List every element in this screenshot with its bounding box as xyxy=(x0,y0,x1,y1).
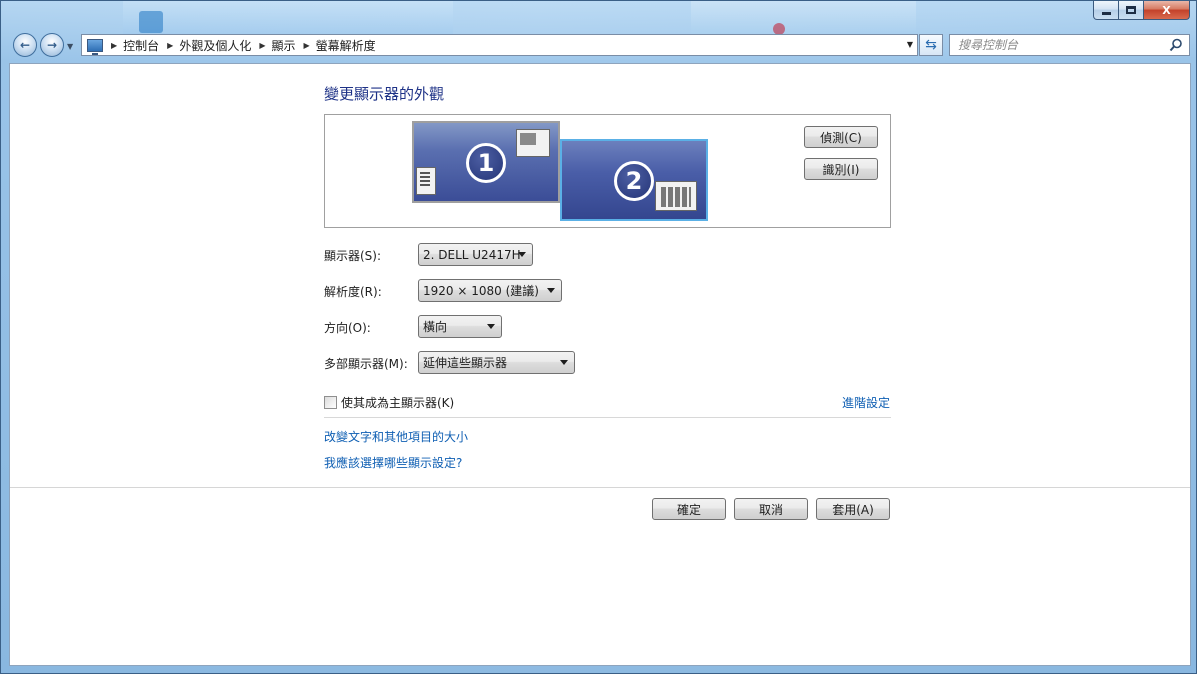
close-button[interactable]: X xyxy=(1144,1,1190,20)
address-bar[interactable]: ▶ 控制台 ▶ 外觀及個人化 ▶ 顯示 ▶ 螢幕解析度 ▼ xyxy=(81,34,918,56)
multiple-displays-select[interactable]: 延伸這些顯示器 xyxy=(418,351,575,374)
breadcrumb-control-panel[interactable]: 控制台 xyxy=(123,37,159,54)
detect-button[interactable]: 偵測(C) xyxy=(804,126,878,148)
display-settings-help-link[interactable]: 我應該選擇哪些顯示設定? xyxy=(324,454,462,471)
caption-buttons: X xyxy=(1093,1,1190,20)
divider xyxy=(324,417,891,418)
control-panel-icon xyxy=(87,38,103,55)
search-box[interactable] xyxy=(949,34,1190,56)
background-app-icon xyxy=(139,11,163,33)
resolution-select[interactable]: 1920 × 1080 (建議) xyxy=(418,279,562,302)
chevron-right-icon[interactable]: ▶ xyxy=(111,41,117,50)
resolution-label: 解析度(R): xyxy=(324,285,382,299)
monitor-number-badge: 1 xyxy=(466,143,506,183)
multiple-displays-label: 多部顯示器(M): xyxy=(324,357,408,371)
window-frame: X ← → ▼ ▶ 控制台 ▶ 外觀及個人化 ▶ 顯示 ▶ 螢幕解析度 ▼ ⇆ … xyxy=(0,0,1197,674)
minimize-icon xyxy=(1101,11,1111,15)
display-label: 顯示器(S): xyxy=(324,249,382,263)
content-panel: 變更顯示器的外觀 1 2 偵測(C) 識別(I) 顯示器(S): 2. DELL… xyxy=(9,63,1191,666)
chevron-down-icon xyxy=(518,252,526,257)
recent-pages-dropdown-icon[interactable]: ▼ xyxy=(67,42,73,51)
forward-button[interactable]: → xyxy=(40,33,64,57)
breadcrumb-appearance[interactable]: 外觀及個人化 xyxy=(179,37,251,54)
identify-button[interactable]: 識別(I) xyxy=(804,158,878,180)
background-window-ghost xyxy=(123,1,453,35)
apply-button[interactable]: 套用(A) xyxy=(816,498,890,520)
breadcrumb-display[interactable]: 顯示 xyxy=(272,37,296,54)
chevron-down-icon xyxy=(560,360,568,365)
maximize-button[interactable] xyxy=(1119,1,1144,20)
orientation-select-value: 橫向 xyxy=(423,320,448,334)
ok-button[interactable]: 確定 xyxy=(652,498,726,520)
desktop-window-icon xyxy=(416,167,436,195)
text-size-link[interactable]: 改變文字和其他項目的大小 xyxy=(324,428,468,445)
chevron-right-icon[interactable]: ▶ xyxy=(167,41,173,50)
resolution-select-value: 1920 × 1080 (建議) xyxy=(423,284,539,298)
page-title: 變更顯示器的外觀 xyxy=(324,85,445,103)
search-input[interactable] xyxy=(958,38,1158,52)
advanced-settings-link[interactable]: 進階設定 xyxy=(842,394,890,411)
refresh-icon: ⇆ xyxy=(925,37,937,53)
make-main-display-label[interactable]: 使其成為主顯示器(K) xyxy=(341,394,454,411)
cancel-button[interactable]: 取消 xyxy=(734,498,808,520)
divider xyxy=(10,487,1190,488)
breadcrumb-screen-resolution[interactable]: 螢幕解析度 xyxy=(316,37,376,54)
orientation-label: 方向(O): xyxy=(324,321,371,335)
chevron-down-icon xyxy=(487,324,495,329)
display-select-value: 2. DELL U2417H xyxy=(423,247,521,262)
monitor-2[interactable]: 2 xyxy=(560,139,708,221)
address-dropdown-icon[interactable]: ▼ xyxy=(907,40,913,49)
multiple-displays-select-value: 延伸這些顯示器 xyxy=(423,356,508,370)
minimize-button[interactable] xyxy=(1093,1,1119,20)
refresh-button[interactable]: ⇆ xyxy=(919,34,943,56)
chevron-right-icon[interactable]: ▶ xyxy=(259,41,265,50)
chevron-right-icon[interactable]: ▶ xyxy=(304,41,310,50)
close-icon: X xyxy=(1162,3,1171,17)
back-button[interactable]: ← xyxy=(13,33,37,57)
search-icon[interactable] xyxy=(1169,38,1183,52)
background-window-ghost xyxy=(691,1,916,35)
maximize-icon xyxy=(1126,6,1136,14)
monitor-number-badge: 2 xyxy=(614,161,654,201)
make-main-display-checkbox[interactable] xyxy=(324,396,337,409)
orientation-select[interactable]: 橫向 xyxy=(418,315,502,338)
display-select[interactable]: 2. DELL U2417H xyxy=(418,243,533,266)
desktop-window-icon xyxy=(655,181,697,211)
forward-arrow-icon: → xyxy=(46,38,58,52)
monitor-1[interactable]: 1 xyxy=(412,121,560,203)
desktop-window-icon xyxy=(516,129,550,157)
back-arrow-icon: ← xyxy=(19,38,31,52)
chevron-down-icon xyxy=(547,288,555,293)
